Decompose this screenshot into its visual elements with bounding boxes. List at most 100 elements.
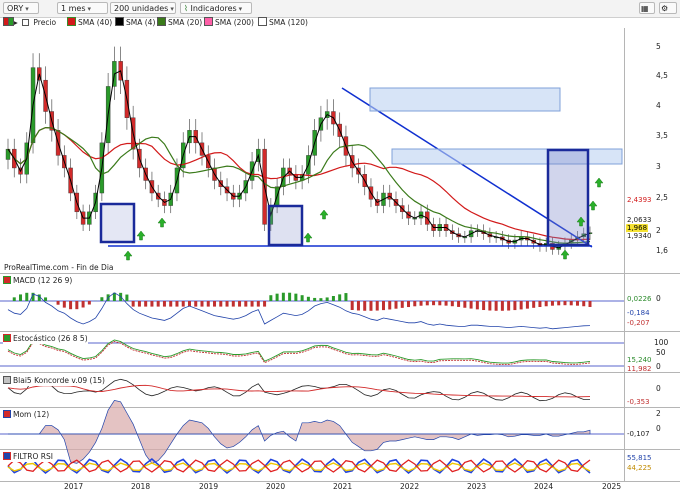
mom-area	[8, 400, 591, 464]
stoch-panel-label[interactable]: Estocástico (26 8 5)	[3, 334, 88, 344]
macd-histogram-bar	[313, 297, 317, 301]
x-axis-tick: 2021	[333, 482, 353, 491]
macd-histogram-bar	[482, 301, 486, 311]
stoch-k-line	[7, 339, 591, 364]
macd-histogram-bar	[569, 301, 573, 306]
x-axis-tick: 2024	[534, 482, 554, 491]
stoch-d-tag: 11,982	[627, 365, 652, 373]
macd-histogram-bar	[582, 301, 586, 307]
up-arrow-icon	[319, 209, 329, 220]
macd-color-icon	[3, 276, 11, 284]
macd-histogram-bar	[269, 295, 273, 301]
price-axis-tick: 3	[656, 162, 661, 171]
macd-value-tag: 0,0226	[627, 295, 652, 303]
macd-histogram-bar	[575, 301, 579, 306]
macd-histogram-bar	[219, 301, 223, 307]
mom-axis-tick: 0	[656, 424, 661, 433]
sma4-value-tag: 1,9340	[626, 232, 653, 241]
mom-axis-tick: 2	[656, 409, 661, 418]
macd-histogram-bar	[144, 301, 148, 307]
macd-histogram-bar	[275, 293, 279, 301]
macd-histogram-bar	[532, 301, 536, 308]
macd-hist-tag: -0,207	[627, 319, 650, 327]
macd-histogram-bar	[513, 301, 517, 311]
macd-histogram-bar	[432, 301, 436, 306]
x-axis-tick: 2018	[131, 482, 151, 491]
macd-histogram-bar	[25, 292, 29, 301]
macd-histogram-bar	[169, 301, 173, 307]
macd-histogram-bar	[238, 301, 242, 307]
macd-histogram-bar	[463, 301, 467, 308]
macd-histogram-bar	[69, 301, 73, 310]
filtro-color-icon	[3, 452, 11, 460]
macd-histogram-bar	[375, 301, 379, 311]
macd-histogram-bar	[444, 301, 448, 306]
price-chart[interactable]	[0, 0, 680, 492]
macd-histogram-bar	[256, 301, 260, 307]
x-axis-tick: 2017	[64, 482, 84, 491]
price-axis-tick: 2	[656, 226, 661, 235]
macd-histogram-bar	[350, 301, 354, 310]
macd-histogram-bar	[62, 301, 66, 308]
macd-histogram-bar	[244, 301, 248, 307]
macd-histogram-bar	[56, 301, 60, 305]
up-arrow-icon	[303, 232, 313, 243]
macd-signal-line	[7, 292, 591, 330]
macd-histogram-bar	[525, 301, 529, 309]
highlight-box	[99, 202, 136, 244]
x-axis-tick: 2022	[400, 482, 420, 491]
macd-histogram-bar	[294, 293, 298, 301]
price-axis-tick: 4,5	[656, 71, 668, 80]
macd-histogram-bar	[150, 301, 154, 307]
macd-histogram-bar	[100, 297, 104, 301]
price-axis-tick: 5	[656, 42, 661, 51]
up-arrow-icon	[588, 200, 598, 211]
sma40-value-tag: 2,4393	[626, 196, 653, 205]
macd-histogram-bar	[319, 298, 323, 301]
macd-histogram-bar	[19, 294, 23, 301]
price-axis-tick: 2,5	[656, 193, 668, 202]
macd-histogram-bar	[81, 301, 85, 308]
highlight-box	[546, 148, 590, 247]
mom-color-icon	[3, 410, 11, 418]
macd-histogram-bar	[200, 301, 204, 307]
macd-histogram-bar	[475, 301, 479, 310]
up-arrow-icon	[157, 217, 167, 228]
price-axis-tick: 4	[656, 101, 661, 110]
highlight-box	[267, 204, 304, 247]
mom-panel-label[interactable]: Mom (12)	[3, 410, 50, 420]
macd-histogram-bar	[175, 301, 179, 307]
stoch-color-icon	[3, 334, 11, 342]
macd-histogram-bar	[131, 301, 135, 307]
macd-panel-label[interactable]: MACD (12 26 9)	[3, 276, 73, 286]
macd-histogram-bar	[306, 296, 310, 301]
macd-histogram-bar	[388, 301, 392, 310]
blai5-value-tag: -0,353	[627, 398, 650, 406]
up-arrow-icon	[123, 250, 133, 261]
filtro-yellow-tag: 44,225	[627, 464, 652, 472]
macd-histogram-bar	[331, 295, 335, 301]
x-axis-tick: 2019	[199, 482, 219, 491]
stoch-axis-tick: 100	[654, 338, 669, 347]
filtro-blue-tag: 55,815	[627, 454, 652, 462]
mom-value-tag: -0,107	[627, 430, 650, 438]
up-arrow-icon	[560, 249, 570, 260]
macd-histogram-bar	[137, 301, 141, 307]
macd-histogram-bar	[394, 301, 398, 309]
macd-histogram-bar	[288, 292, 292, 301]
macd-histogram-bar	[519, 301, 523, 310]
macd-histogram-bar	[369, 301, 373, 311]
macd-histogram-bar	[563, 301, 567, 306]
macd-histogram-bar	[325, 297, 329, 301]
macd-histogram-bar	[500, 301, 504, 311]
filtro-panel-label[interactable]: FILTRO RSI	[3, 452, 53, 462]
up-arrow-icon	[136, 230, 146, 241]
macd-axis-tick: 0	[656, 294, 661, 303]
blai5-panel-label[interactable]: Blai5 Koncorde v.09 (15)	[3, 376, 105, 386]
macd-histogram-bar	[407, 301, 411, 308]
macd-histogram-bar	[281, 292, 285, 301]
stoch-k-tag: 15,240	[627, 356, 652, 364]
macd-histogram-bar	[419, 301, 423, 306]
x-axis-tick: 2023	[467, 482, 487, 491]
price-axis-tick: 3,5	[656, 131, 668, 140]
